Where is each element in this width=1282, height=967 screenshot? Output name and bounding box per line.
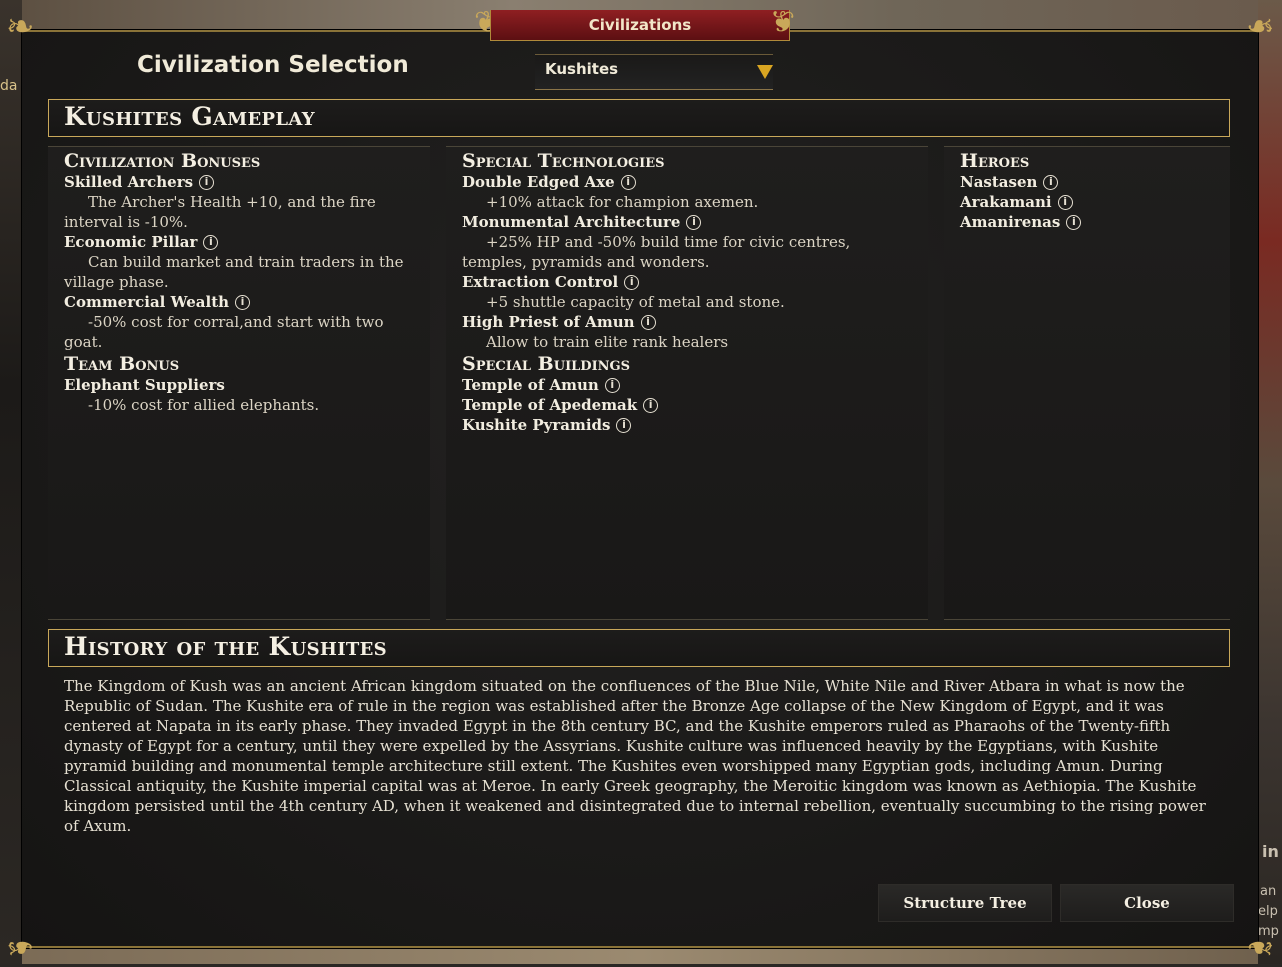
info-icon[interactable]: i [686,214,702,230]
civilization-selection-label: Civilization Selection [137,52,409,78]
info-icon[interactable]: i [1066,214,1082,230]
bonuses-panel: Civilization Bonuses Skilled Archers i T… [48,146,430,620]
info-icon[interactable]: i [640,314,656,330]
item-description: Can build market and train traders in th… [64,253,404,291]
info-icon[interactable]: i [643,397,659,413]
list-item: Nastasen i [960,172,1214,192]
dropdown-selected-value: Kushites [545,60,619,78]
item-name: Extraction Control [462,273,619,291]
item-name: Skilled Archers [64,173,194,191]
corner-ornament-icon: ❧ [1245,7,1275,47]
section-title: Team Bonus [64,353,180,375]
background-text-fragment: in [1262,842,1279,861]
info-icon[interactable]: i [620,174,636,190]
background-text-fragment: elp [1258,904,1278,919]
list-item: Temple of Apedemak i [462,395,912,415]
list-item: Commercial Wealth i [64,292,414,312]
list-item: Arakamani i [960,192,1214,212]
info-icon[interactable]: i [1057,194,1073,210]
list-item: Double Edged Axe i [462,172,912,192]
window-title: Civilizations [490,10,790,41]
item-name: Nastasen [960,173,1038,191]
list-item: Skilled Archers i [64,172,414,192]
section-title: Special Buildings [462,353,631,375]
background-text-fragment: da [0,78,18,94]
section-title: Special Technologies [462,150,665,172]
item-name: Double Edged Axe [462,173,615,191]
background-scene-left: da [0,0,22,964]
history-header: History of the Kushites [48,629,1230,667]
list-item: Elephant Suppliers [64,375,414,395]
section-title: Heroes [960,150,1030,172]
heroes-panel: Heroes Nastasen i Arakamani i Amanirenas… [944,146,1230,620]
info-icon[interactable]: i [604,377,620,393]
list-item: Kushite Pyramids i [462,415,912,435]
close-button[interactable]: Close [1060,884,1234,922]
list-item: Extraction Control i [462,272,912,292]
item-name: Kushite Pyramids [462,416,611,434]
background-text-fragment: an [1260,884,1277,899]
section-title: Civilization Bonuses [64,150,261,172]
item-description: -50% cost for corral,and start with two … [64,313,384,351]
item-description: -10% cost for allied elephants. [88,396,320,414]
corner-ornament-icon: ❧ [6,927,35,967]
info-icon[interactable]: i [203,234,219,250]
item-name: Amanirenas [960,213,1061,231]
background-scene-right: in an elp mp [1258,0,1282,964]
info-icon[interactable]: i [1043,174,1059,190]
info-icon[interactable]: i [616,417,632,433]
gameplay-header: Kushites Gameplay [48,99,1230,137]
item-name: Monumental Architecture [462,213,681,231]
info-icon[interactable]: i [235,294,251,310]
info-icon[interactable]: i [624,274,640,290]
item-description: Allow to train elite rank healers [486,333,729,351]
item-name: Economic Pillar [64,233,198,251]
list-item: Economic Pillar i [64,232,414,252]
item-name: High Priest of Amun [462,313,635,331]
list-item: Amanirenas i [960,212,1214,232]
list-item: Monumental Architecture i [462,212,912,232]
item-description: +10% attack for champion axemen. [486,193,759,211]
item-description: +5 shuttle capacity of metal and stone. [486,293,785,311]
item-description: The Archer's Health +10, and the fire in… [64,193,376,231]
technologies-panel: Special Technologies Double Edged Axe i … [446,146,928,620]
corner-ornament-icon: ❧ [6,7,35,47]
item-name: Elephant Suppliers [64,376,225,394]
item-description: +25% HP and -50% build time for civic ce… [462,233,851,271]
civilization-dropdown[interactable]: Kushites [535,54,773,90]
structure-tree-button[interactable]: Structure Tree [878,884,1052,922]
chevron-down-icon [757,65,773,79]
item-name: Temple of Apedemak [462,396,638,414]
info-icon[interactable]: i [199,174,215,190]
corner-ornament-icon: ❧ [1245,927,1275,967]
list-item: Temple of Amun i [462,375,912,395]
item-name: Arakamani [960,193,1052,211]
list-item: High Priest of Amun i [462,312,912,332]
item-name: Commercial Wealth [64,293,230,311]
title-ornament-icon: ❦ [770,5,796,40]
item-name: Temple of Amun [462,376,599,394]
history-text: The Kingdom of Kush was an ancient Afric… [64,677,1206,835]
